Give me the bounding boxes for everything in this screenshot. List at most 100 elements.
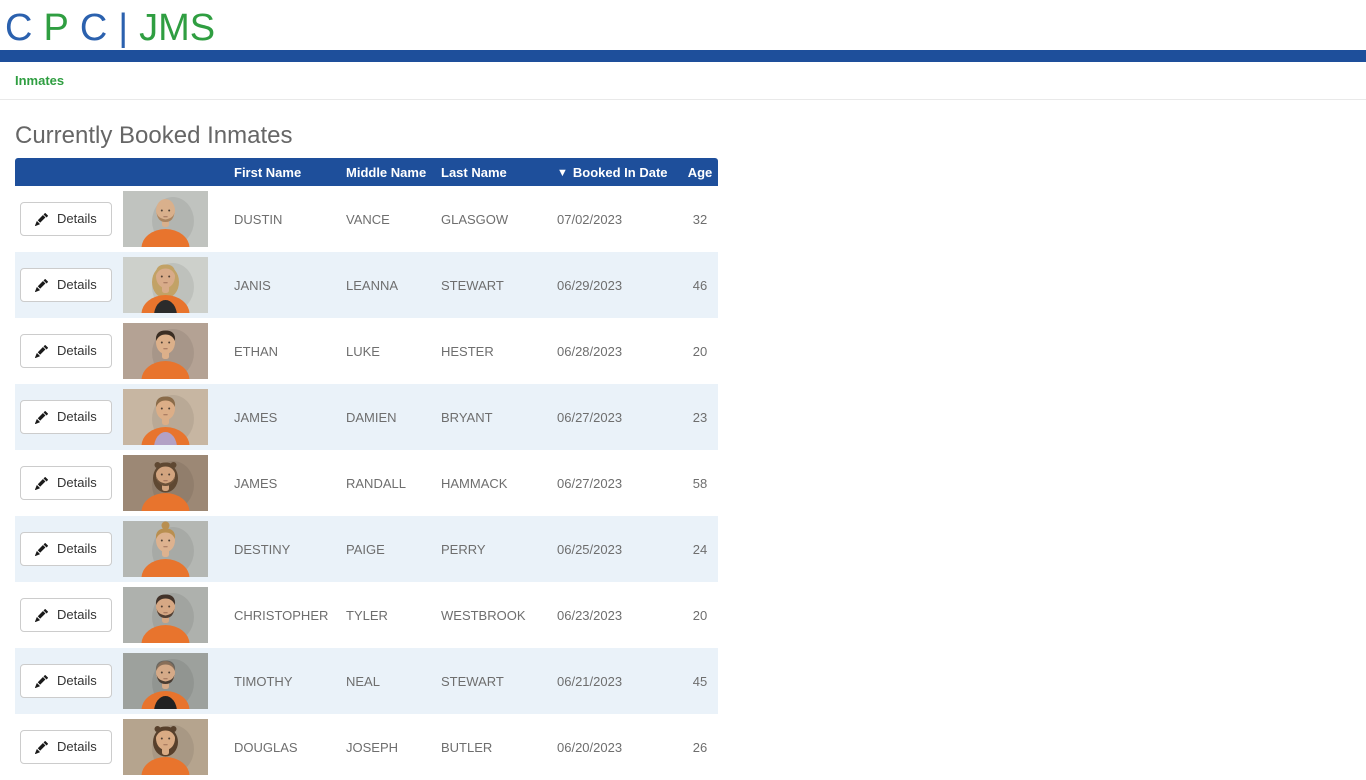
details-button-label: Details [57, 607, 97, 623]
details-button-label: Details [57, 211, 97, 227]
pencil-icon [35, 411, 48, 424]
last-name-cell: HESTER [441, 318, 557, 384]
details-button-label: Details [57, 277, 97, 293]
age-cell: 58 [682, 450, 718, 516]
details-button-label: Details [57, 475, 97, 491]
middle-name-cell: PAIGE [346, 516, 441, 582]
last-name-cell: STEWART [441, 252, 557, 318]
logo-separator: | [118, 8, 128, 48]
details-button-label: Details [57, 409, 97, 425]
last-name-cell: HAMMACK [441, 450, 557, 516]
age-cell: 20 [682, 318, 718, 384]
mugshot-photo [123, 719, 208, 775]
col-header-age[interactable]: Age [682, 158, 718, 186]
middle-name-cell: TYLER [346, 582, 441, 648]
details-button-label: Details [57, 343, 97, 359]
pencil-icon [35, 279, 48, 292]
details-button[interactable]: Details [20, 664, 112, 698]
pencil-icon [35, 675, 48, 688]
booked-date-cell: 06/27/2023 [557, 450, 682, 516]
table-row: Details CHRISTOPHER TYLER WESTBROOK 06/2… [15, 582, 718, 648]
booked-in-date-label: Booked In Date [573, 165, 668, 180]
breadcrumb: Inmates [0, 62, 1366, 100]
col-header-details [15, 158, 123, 186]
pencil-icon [35, 609, 48, 622]
pencil-icon [35, 477, 48, 490]
booked-date-cell: 06/25/2023 [557, 516, 682, 582]
middle-name-cell: DAMIEN [346, 384, 441, 450]
booked-date-cell: 06/20/2023 [557, 714, 682, 780]
details-button[interactable]: Details [20, 202, 112, 236]
pencil-icon [35, 741, 48, 754]
mugshot-photo [123, 587, 208, 643]
first-name-cell: DUSTIN [234, 186, 346, 252]
col-header-first-name[interactable]: First Name [234, 158, 346, 186]
booked-date-cell: 06/27/2023 [557, 384, 682, 450]
mugshot-photo [123, 389, 208, 445]
mugshot-photo [123, 521, 208, 577]
table-row: Details DUSTIN VANCE GLASGOW 07/02/2023 … [15, 186, 718, 252]
middle-name-cell: RANDALL [346, 450, 441, 516]
mugshot-photo [123, 455, 208, 511]
first-name-cell: DOUGLAS [234, 714, 346, 780]
main-content: Currently Booked Inmates First Name Midd… [0, 121, 1366, 780]
details-button[interactable]: Details [20, 334, 112, 368]
col-header-middle-name[interactable]: Middle Name [346, 158, 441, 186]
mugshot-photo [123, 323, 208, 379]
last-name-cell: PERRY [441, 516, 557, 582]
logo-suffix-jms: JMS [139, 8, 215, 48]
inmates-table: First Name Middle Name Last Name ▼ Booked… [15, 158, 718, 780]
details-button[interactable]: Details [20, 598, 112, 632]
age-cell: 26 [682, 714, 718, 780]
pencil-icon [35, 213, 48, 226]
details-button[interactable]: Details [20, 730, 112, 764]
last-name-cell: BUTLER [441, 714, 557, 780]
header-bar [0, 50, 1366, 62]
age-cell: 32 [682, 186, 718, 252]
booked-date-cell: 07/02/2023 [557, 186, 682, 252]
col-header-photo [123, 158, 234, 186]
middle-name-cell: JOSEPH [346, 714, 441, 780]
details-button-label: Details [57, 541, 97, 557]
details-button[interactable]: Details [20, 268, 112, 302]
col-header-booked-in-date[interactable]: ▼ Booked In Date [557, 158, 682, 186]
middle-name-cell: NEAL [346, 648, 441, 714]
first-name-cell: CHRISTOPHER [234, 582, 346, 648]
table-header: First Name Middle Name Last Name ▼ Booked… [15, 158, 718, 186]
details-button[interactable]: Details [20, 532, 112, 566]
pencil-icon [35, 345, 48, 358]
first-name-cell: TIMOTHY [234, 648, 346, 714]
mugshot-photo [123, 653, 208, 709]
details-button[interactable]: Details [20, 466, 112, 500]
breadcrumb-inmates-link[interactable]: Inmates [15, 73, 64, 88]
middle-name-cell: LEANNA [346, 252, 441, 318]
age-cell: 24 [682, 516, 718, 582]
booked-date-cell: 06/23/2023 [557, 582, 682, 648]
logo-letter-c2: C [80, 8, 107, 48]
details-button[interactable]: Details [20, 400, 112, 434]
site-logo[interactable]: CPC|JMS [0, 0, 1366, 48]
table-row: Details JAMES DAMIEN BRYANT 06/27/2023 2… [15, 384, 718, 450]
logo-letter-c1: C [5, 8, 32, 48]
age-cell: 45 [682, 648, 718, 714]
first-name-cell: DESTINY [234, 516, 346, 582]
last-name-cell: STEWART [441, 648, 557, 714]
table-row: Details ETHAN LUKE HESTER 06/28/2023 20 [15, 318, 718, 384]
col-header-last-name[interactable]: Last Name [441, 158, 557, 186]
booked-date-cell: 06/21/2023 [557, 648, 682, 714]
details-button-label: Details [57, 739, 97, 755]
first-name-cell: ETHAN [234, 318, 346, 384]
age-cell: 20 [682, 582, 718, 648]
last-name-cell: WESTBROOK [441, 582, 557, 648]
middle-name-cell: LUKE [346, 318, 441, 384]
page-title: Currently Booked Inmates [15, 121, 1351, 150]
last-name-cell: BRYANT [441, 384, 557, 450]
first-name-cell: JAMES [234, 450, 346, 516]
mugshot-photo [123, 257, 208, 313]
table-row: Details DOUGLAS JOSEPH BUTLER 06/20/2023… [15, 714, 718, 780]
age-cell: 23 [682, 384, 718, 450]
table-row: Details JANIS LEANNA STEWART 06/29/2023 … [15, 252, 718, 318]
last-name-cell: GLASGOW [441, 186, 557, 252]
sort-desc-icon: ▼ [557, 167, 568, 179]
pencil-icon [35, 543, 48, 556]
